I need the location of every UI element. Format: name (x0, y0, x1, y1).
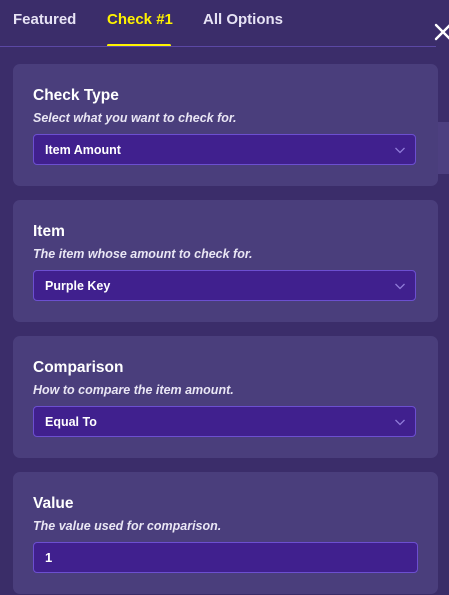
chevron-down-icon (395, 147, 405, 154)
tab-check-1[interactable]: Check #1 (107, 11, 173, 28)
tab-all-options[interactable]: All Options (203, 11, 283, 28)
comparison-description: How to compare the item amount. (33, 383, 234, 397)
close-icon (434, 23, 449, 41)
check-type-description: Select what you want to check for. (33, 111, 237, 125)
comparison-title: Comparison (33, 359, 124, 376)
chevron-down-icon (395, 419, 405, 426)
value-input[interactable] (33, 542, 418, 573)
comparison-select[interactable]: Equal To (33, 406, 416, 437)
tab-featured[interactable]: Featured (13, 11, 76, 28)
value-description: The value used for comparison. (33, 519, 222, 533)
item-description: The item whose amount to check for. (33, 247, 253, 261)
item-value: Purple Key (45, 279, 111, 293)
chevron-down-icon (395, 283, 405, 290)
comparison-card: Comparison How to compare the item amoun… (13, 336, 438, 458)
close-button[interactable] (432, 21, 449, 43)
value-title: Value (33, 495, 74, 512)
check-type-select[interactable]: Item Amount (33, 134, 416, 165)
item-select[interactable]: Purple Key (33, 270, 416, 301)
check-type-title: Check Type (33, 87, 119, 104)
value-card: Value The value used for comparison. (13, 472, 438, 594)
check-type-value: Item Amount (45, 143, 121, 157)
item-title: Item (33, 223, 65, 240)
comparison-value: Equal To (45, 415, 97, 429)
item-card: Item The item whose amount to check for.… (13, 200, 438, 322)
check-type-card: Check Type Select what you want to check… (13, 64, 438, 186)
tab-divider (0, 46, 436, 47)
tab-bar: Featured Check #1 All Options (0, 0, 449, 48)
